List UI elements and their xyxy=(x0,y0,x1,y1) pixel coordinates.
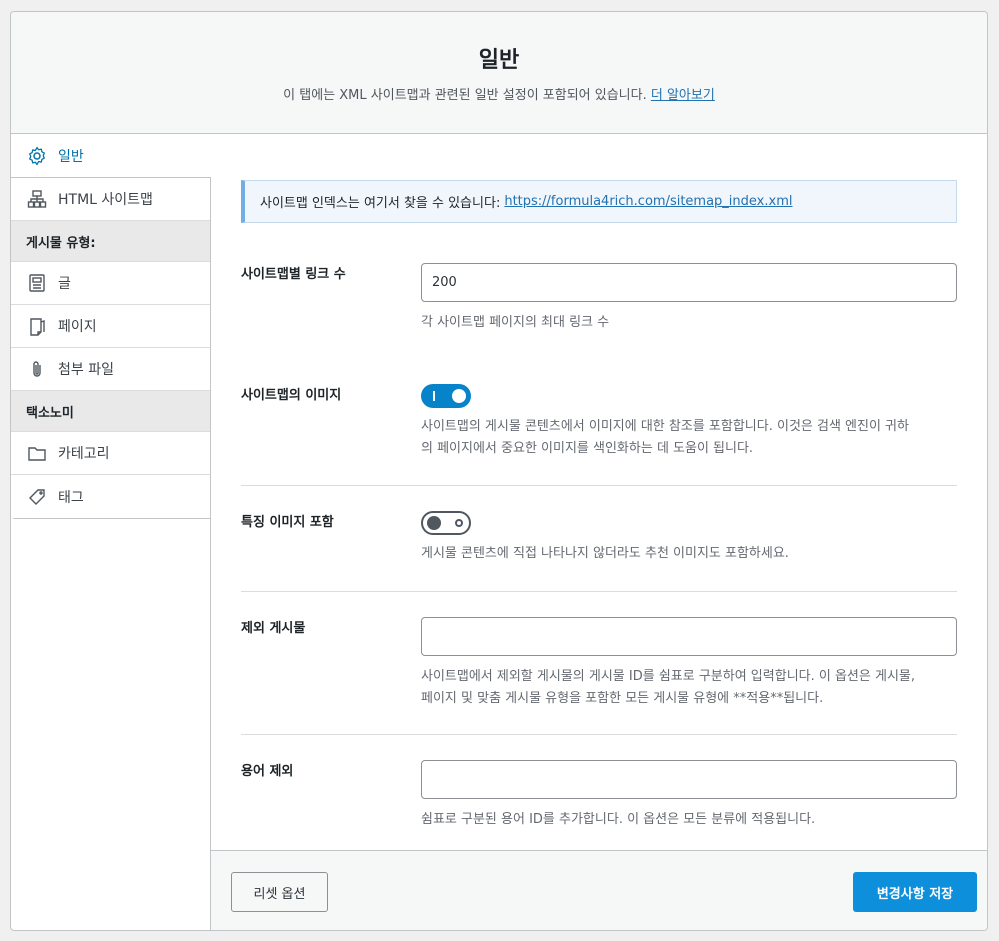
sidebar-item-label: 태그 xyxy=(58,489,84,506)
sidebar-item-general[interactable]: 일반 xyxy=(11,134,211,177)
sidebar: 일반 HTML 사이트맵 게시물 유형: 글 페이지 첨부 파일 택소노미 카테… xyxy=(11,134,211,519)
exclude-terms-input[interactable] xyxy=(421,760,957,799)
sidebar-list: HTML 사이트맵 게시물 유형: 글 페이지 첨부 파일 택소노미 카테고리 … xyxy=(11,177,211,519)
gear-icon xyxy=(26,145,48,167)
images-in-sitemap-desc-line1: 사이트맵의 게시물 콘텐츠에서 이미지에 대한 참조를 포함합니다. 이것은 검… xyxy=(421,419,909,434)
sidebar-heading-taxonomy: 택소노미 xyxy=(11,391,210,432)
sidebar-item-categories[interactable]: 카테고리 xyxy=(11,432,210,475)
sidebar-heading-post-types: 게시물 유형: xyxy=(11,221,210,262)
divider xyxy=(241,734,957,735)
notice-text: 사이트맵 인덱스는 여기서 찾을 수 있습니다: xyxy=(260,196,501,211)
sidebar-item-label: 일반 xyxy=(58,148,84,165)
sidebar-item-attachments[interactable]: 첨부 파일 xyxy=(11,348,210,391)
sidebar-item-label: 카테고리 xyxy=(58,446,110,462)
tag-icon xyxy=(26,486,48,508)
exclude-terms-label: 용어 제외 xyxy=(241,764,294,779)
images-in-sitemap-desc: 사이트맵의 게시물 콘텐츠에서 이미지에 대한 참조를 포함합니다. 이것은 검… xyxy=(421,416,957,460)
sidebar-item-label: 첨부 파일 xyxy=(58,362,114,378)
sitemap-index-link[interactable]: https://formula4rich.com/sitemap_index.x… xyxy=(504,194,792,209)
page-description-text: 이 탭에는 XML 사이트맵과 관련된 일반 설정이 포함되어 있습니다. xyxy=(283,88,647,103)
page-header: 일반 이 탭에는 XML 사이트맵과 관련된 일반 설정이 포함되어 있습니다.… xyxy=(11,12,987,134)
exclude-terms-desc: 쉼표로 구분된 용어 ID를 추가합니다. 이 옵션은 모든 분류에 적용됩니다… xyxy=(421,812,816,827)
sidebar-item-html-sitemap[interactable]: HTML 사이트맵 xyxy=(11,178,210,221)
images-in-sitemap-label: 사이트맵의 이미지 xyxy=(241,388,342,403)
sidebar-item-pages[interactable]: 페이지 xyxy=(11,305,210,348)
exclude-posts-desc-line1: 사이트맵에서 제외할 게시물의 게시물 ID를 쉼표로 구분하여 입력합니다. … xyxy=(421,669,915,684)
exclude-posts-desc: 사이트맵에서 제외할 게시물의 게시물 ID를 쉼표로 구분하여 입력합니다. … xyxy=(421,666,957,710)
reset-options-button[interactable]: 리셋 옵션 xyxy=(231,872,328,912)
save-changes-button[interactable]: 변경사항 저장 xyxy=(853,872,977,912)
sitemap-icon xyxy=(26,188,48,210)
images-in-sitemap-toggle[interactable] xyxy=(421,384,471,408)
links-per-sitemap-input[interactable]: 200 xyxy=(421,263,957,302)
divider xyxy=(241,485,957,486)
settings-panel: 일반 이 탭에는 XML 사이트맵과 관련된 일반 설정이 포함되어 있습니다.… xyxy=(10,11,988,931)
page-title: 일반 xyxy=(478,48,520,73)
page-description: 이 탭에는 XML 사이트맵과 관련된 일반 설정이 포함되어 있습니다. 더 … xyxy=(11,84,987,103)
featured-images-label: 특징 이미지 포함 xyxy=(241,515,334,530)
exclude-posts-label: 제외 게시물 xyxy=(241,621,306,636)
sidebar-item-posts[interactable]: 글 xyxy=(11,262,210,305)
featured-images-toggle[interactable] xyxy=(421,511,471,535)
settings-footer: 리셋 옵션 변경사항 저장 xyxy=(210,850,987,930)
featured-images-desc: 게시물 콘텐츠에 직접 나타나지 않더라도 추천 이미지도 포함하세요. xyxy=(421,546,789,561)
learn-more-link[interactable]: 더 알아보기 xyxy=(651,88,715,103)
sidebar-item-label: 글 xyxy=(58,276,71,292)
sidebar-item-label: 페이지 xyxy=(58,319,97,335)
post-icon xyxy=(26,272,48,294)
links-per-sitemap-label: 사이트맵별 링크 수 xyxy=(241,267,346,282)
paperclip-icon xyxy=(26,358,48,380)
settings-content: 사이트맵 인덱스는 여기서 찾을 수 있습니다: https://formula… xyxy=(210,177,987,851)
links-per-sitemap-desc: 각 사이트맵 페이지의 최대 링크 수 xyxy=(421,315,610,330)
sidebar-item-label: HTML 사이트맵 xyxy=(58,192,153,208)
images-in-sitemap-desc-line2: 의 페이지에서 중요한 이미지를 색인화하는 데 도움이 됩니다. xyxy=(421,441,754,456)
sidebar-item-tags[interactable]: 태그 xyxy=(11,475,210,518)
folder-icon xyxy=(26,442,48,464)
page-icon xyxy=(26,315,48,337)
divider xyxy=(241,591,957,592)
exclude-posts-input[interactable] xyxy=(421,617,957,656)
sitemap-index-notice: 사이트맵 인덱스는 여기서 찾을 수 있습니다: https://formula… xyxy=(241,180,957,223)
exclude-posts-desc-line2: 페이지 및 맞춤 게시물 유형을 포함한 모든 게시물 유형에 **적용**됩니… xyxy=(421,691,824,706)
